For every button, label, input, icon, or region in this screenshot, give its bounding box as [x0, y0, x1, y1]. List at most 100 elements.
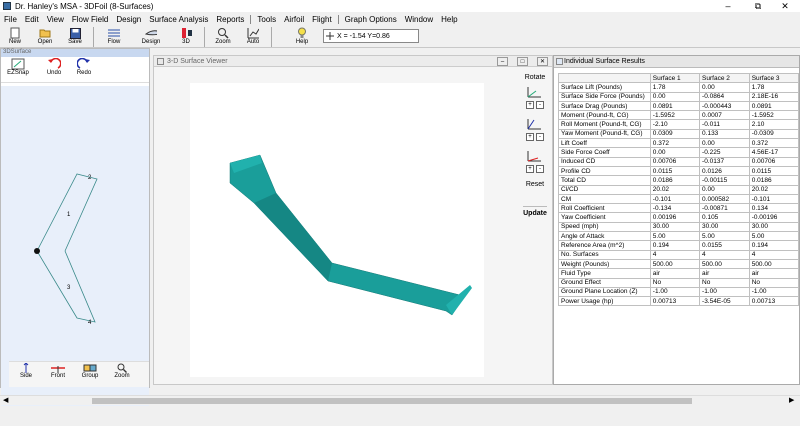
- table-row[interactable]: Yaw Moment (Pound-ft, CG) 0.0309 0.133 -0.0…: [558, 128, 799, 140]
- group-button[interactable]: Group: [75, 363, 105, 387]
- menu-design[interactable]: Design: [112, 15, 145, 24]
- value-cell: 500.00: [699, 258, 750, 270]
- table-row[interactable]: Roll Coefficient -0.134 -0.00871 0.134: [558, 203, 799, 214]
- maximize-button[interactable]: ⧉: [743, 0, 773, 12]
- table-row[interactable]: Ground Plane Location (Z) -1.00 -1.00 -1.00: [558, 286, 799, 298]
- auto-button[interactable]: Auto: [238, 26, 268, 48]
- table-row[interactable]: No. Surfaces 4 4 4: [558, 249, 799, 260]
- results-titlebar: Individual Surface Results: [554, 56, 799, 68]
- table-row[interactable]: Surface Side Force (Pounds) 0.00 -0.0864 2.…: [558, 91, 799, 102]
- table-row[interactable]: Weight (Pounds) 500.00 500.00 500.00: [558, 258, 799, 270]
- node-label: 1: [67, 212, 71, 218]
- rotate-x-plus-button[interactable]: +: [526, 101, 534, 109]
- rotate-x-minus-button[interactable]: -: [536, 101, 544, 109]
- rotate-y-plus-button[interactable]: +: [526, 133, 534, 141]
- menu-reports[interactable]: Reports: [212, 15, 248, 24]
- table-row[interactable]: Lift Coeff 0.372 0.00 0.372: [558, 138, 799, 149]
- value-cell: 0.0126: [699, 165, 750, 177]
- front-view-button[interactable]: Front: [43, 363, 73, 387]
- flow-button[interactable]: Flow: [97, 26, 131, 48]
- undo-button[interactable]: Undo: [41, 57, 67, 82]
- panel-zoom-button[interactable]: Zoom: [107, 363, 137, 387]
- 3d-render-canvas[interactable]: [190, 83, 484, 377]
- menu-edit[interactable]: Edit: [21, 15, 43, 24]
- menu-file[interactable]: File: [0, 15, 21, 24]
- zoom-button[interactable]: Zoom: [208, 26, 238, 48]
- menu-airfoil[interactable]: Airfoil: [280, 15, 308, 24]
- redo-button[interactable]: Redo: [71, 57, 97, 82]
- menu-flow-field[interactable]: Flow Field: [68, 15, 112, 24]
- table-row[interactable]: Total CD 0.0186 -0.00115 0.0186: [558, 175, 799, 186]
- table-row[interactable]: Ground Effect No No No: [558, 277, 799, 288]
- rotate-z-controls: + -: [525, 165, 545, 173]
- viewer-close-button[interactable]: ✕: [537, 57, 548, 66]
- menu-tools[interactable]: Tools: [253, 15, 280, 24]
- table-row[interactable]: Speed (mph) 30.00 30.00 30.00: [558, 221, 799, 233]
- table-row[interactable]: Yaw Coefficient 0.00196 0.105 -0.00196: [558, 212, 799, 223]
- value-cell: 0.372: [649, 138, 701, 149]
- table-row[interactable]: Power Usage (hp) 0.00713 -3.54E-05 0.00713: [558, 296, 799, 307]
- scrollbar-thumb[interactable]: [92, 398, 692, 404]
- wing-surface: [229, 154, 465, 316]
- rotate-button[interactable]: Rotate: [525, 74, 546, 81]
- save-button[interactable]: Save: [60, 26, 90, 48]
- new-button[interactable]: New: [0, 26, 30, 48]
- rotate-z-plus-button[interactable]: +: [526, 165, 534, 173]
- scroll-left-icon[interactable]: ◀: [3, 396, 8, 404]
- value-cell: 30.00: [649, 221, 701, 233]
- value-cell: 0.0891: [649, 100, 701, 112]
- table-row[interactable]: Surface Lift (Pounds) 1.78 0.00 1.78: [558, 82, 799, 93]
- design-button[interactable]: Design: [131, 26, 171, 48]
- ezsnap-button[interactable]: EZSnap: [5, 58, 31, 82]
- rotate-y-minus-button[interactable]: -: [536, 133, 544, 141]
- horizontal-scrollbar[interactable]: ◀ ▶: [0, 395, 800, 405]
- value-cell: 4: [748, 249, 799, 260]
- save-label: Save: [68, 39, 82, 45]
- menu-flight[interactable]: Flight: [308, 15, 336, 24]
- table-row[interactable]: Side Force Coeff 0.00 -0.225 4.56E-17: [558, 147, 799, 158]
- reset-button[interactable]: Reset: [526, 181, 544, 188]
- viewer-minimize-button[interactable]: –: [497, 57, 508, 66]
- menu-window[interactable]: Window: [401, 15, 437, 24]
- menu-surface-analysis[interactable]: Surface Analysis: [145, 15, 212, 24]
- menu-help[interactable]: Help: [437, 15, 461, 24]
- toolbar-separator: [271, 27, 272, 47]
- toolbar-separator: [204, 27, 205, 47]
- 3d-button[interactable]: 3D: [171, 26, 201, 48]
- close-button[interactable]: ✕: [770, 0, 800, 12]
- menu-view[interactable]: View: [43, 15, 68, 24]
- help-button[interactable]: Help: [287, 26, 317, 48]
- table-row[interactable]: Angle of Attack 5.00 5.00 5.00: [558, 231, 799, 242]
- table-row[interactable]: Profile CD 0.0115 0.0126 0.0115: [558, 165, 799, 177]
- table-header-cell: Surface 3: [748, 72, 799, 84]
- update-button[interactable]: Update: [523, 206, 547, 217]
- table-row[interactable]: CM -0.101 0.000582 -0.101: [558, 193, 799, 205]
- value-cell: 0.0186: [649, 175, 701, 186]
- menu-separator: [337, 14, 339, 24]
- value-cell: 0.00: [649, 147, 701, 158]
- front-view-icon: [51, 365, 65, 373]
- table-row[interactable]: Induced CD 0.00706 -0.0137 0.00706: [558, 156, 799, 167]
- row-label-cell: CM: [558, 193, 651, 205]
- viewer-restore-button[interactable]: □: [517, 57, 528, 66]
- table-row[interactable]: Reference Area (m^2) 0.194 0.0155 0.194: [558, 240, 799, 251]
- value-cell: 4: [699, 249, 750, 260]
- table-row[interactable]: Fluid Type air air air: [558, 268, 799, 279]
- panel-header: 3DSurface: [1, 49, 149, 57]
- open-button[interactable]: Open: [30, 26, 60, 48]
- value-cell: 1.78: [649, 82, 701, 93]
- table-row[interactable]: Surface Drag (Pounds) 0.0891 -0.000443 0.08…: [558, 100, 799, 112]
- value-cell: 500.00: [649, 258, 701, 270]
- side-view-button[interactable]: Side: [11, 362, 41, 387]
- surface-planform-canvas[interactable]: 2 1 3 4: [1, 86, 149, 406]
- minimize-button[interactable]: –: [713, 0, 743, 12]
- table-row[interactable]: Moment (Pound-ft, CG) -1.5952 0.0007 -1.595…: [558, 110, 799, 121]
- rotate-z-minus-button[interactable]: -: [536, 165, 544, 173]
- value-cell: air: [649, 268, 701, 279]
- menu-graph-options[interactable]: Graph Options: [341, 15, 401, 24]
- table-row[interactable]: Roll Moment (Pound-ft, CG) -2.10 -0.011 2.1…: [558, 119, 799, 130]
- table-row[interactable]: Cl/CD 20.02 0.00 20.02: [558, 184, 799, 195]
- cg-marker[interactable]: [34, 248, 40, 254]
- rotate-y-axis-icon: [527, 119, 541, 130]
- scroll-right-icon[interactable]: ▶: [789, 396, 794, 404]
